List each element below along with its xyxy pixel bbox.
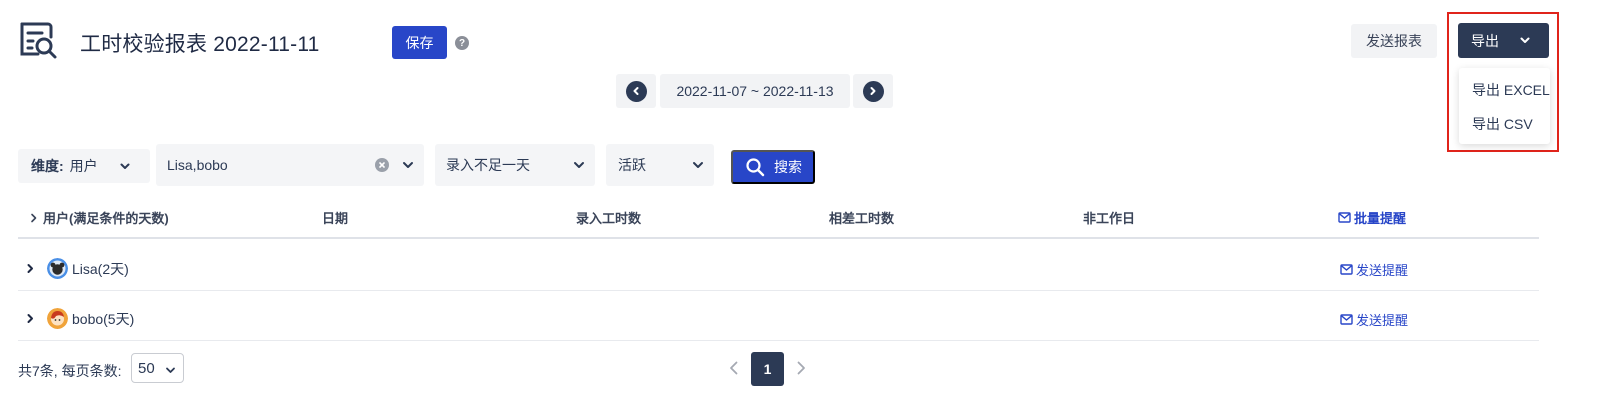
chevron-down-icon	[120, 163, 130, 169]
chevron-down-icon	[1520, 37, 1530, 43]
table-row: bobo(5天) 发送提醒	[18, 294, 1539, 342]
column-header-non-workday: 非工作日	[1083, 211, 1136, 226]
page-title: 工时校验报表 2022-11-11	[80, 33, 320, 56]
user-name: Lisa(2天)	[72, 261, 129, 277]
export-dropdown-menu: 导出 EXCEL 导出 CSV	[1459, 68, 1550, 144]
row-divider	[18, 290, 1539, 291]
chevron-down-icon	[574, 162, 584, 168]
dimension-select[interactable]: 维度: 用户	[18, 149, 150, 183]
column-header-user[interactable]: 用户(满足条件的天数)	[30, 208, 169, 227]
date-range-display[interactable]: 2022-11-07 ~ 2022-11-13	[660, 74, 850, 108]
send-remind-link[interactable]: 发送提醒	[1340, 260, 1408, 279]
save-button[interactable]: 保存	[392, 26, 447, 59]
column-label-user: 用户(满足条件的天数)	[43, 211, 169, 226]
next-page-icon[interactable]	[794, 360, 808, 376]
avatar	[47, 308, 68, 329]
active-status-value: 活跃	[618, 157, 646, 173]
dimension-value: 用户	[69, 158, 98, 174]
report-logo-icon	[20, 22, 57, 59]
dimension-label: 维度:	[31, 158, 64, 174]
page-number-current[interactable]: 1	[751, 352, 784, 386]
mail-icon	[1340, 314, 1353, 325]
table-header-divider	[18, 237, 1539, 239]
page-size-value: 50	[138, 359, 155, 377]
chevron-left-icon	[625, 80, 647, 102]
pagination-summary: 共7条, 每页条数:	[18, 363, 122, 379]
search-icon	[746, 158, 765, 177]
chevron-right-icon	[862, 80, 884, 102]
chevron-right-icon	[31, 213, 37, 222]
chevron-down-icon	[166, 367, 175, 373]
prev-week-button[interactable]	[616, 74, 656, 108]
column-header-logged-hours: 录入工时数	[576, 211, 642, 226]
export-button[interactable]: 导出	[1458, 23, 1549, 58]
export-button-label: 导出	[1471, 32, 1499, 49]
mail-icon	[1338, 212, 1351, 223]
send-remind-label: 发送提醒	[1356, 313, 1409, 328]
entry-condition-select[interactable]: 录入不足一天	[435, 144, 595, 186]
search-button[interactable]: 搜索	[731, 150, 815, 184]
avatar	[47, 258, 68, 279]
page-size-select[interactable]: 50	[131, 353, 184, 383]
search-label: 搜索	[774, 159, 802, 175]
entry-condition-value: 录入不足一天	[446, 157, 530, 173]
send-remind-link[interactable]: 发送提醒	[1340, 310, 1408, 329]
send-report-button[interactable]: 发送报表	[1351, 24, 1437, 58]
users-multiselect[interactable]: Lisa,bobo	[156, 144, 424, 186]
user-name: bobo(5天)	[72, 311, 135, 327]
chevron-down-icon	[403, 162, 413, 168]
batch-remind-label: 批量提醒	[1354, 211, 1407, 226]
chevron-down-icon	[693, 162, 703, 168]
menu-item-export-csv[interactable]: 导出 CSV	[1472, 114, 1533, 134]
batch-remind-button[interactable]: 批量提醒	[1338, 208, 1406, 227]
expand-row-icon[interactable]	[26, 263, 35, 274]
help-icon[interactable]: ?	[455, 36, 469, 50]
active-status-select[interactable]: 活跃	[606, 144, 714, 186]
expand-row-icon[interactable]	[26, 313, 35, 324]
send-remind-label: 发送提醒	[1356, 263, 1409, 278]
users-value: Lisa,bobo	[167, 157, 228, 173]
prev-page-icon[interactable]	[727, 360, 741, 376]
column-header-date: 日期	[322, 211, 349, 226]
next-week-button[interactable]	[853, 74, 893, 108]
table-row: Lisa(2天) 发送提醒	[18, 244, 1539, 292]
menu-item-export-excel[interactable]: 导出 EXCEL	[1472, 80, 1550, 100]
column-header-hour-diff: 相差工时数	[829, 211, 895, 226]
row-divider	[18, 340, 1539, 341]
mail-icon	[1340, 264, 1353, 275]
clear-icon[interactable]	[375, 158, 389, 172]
